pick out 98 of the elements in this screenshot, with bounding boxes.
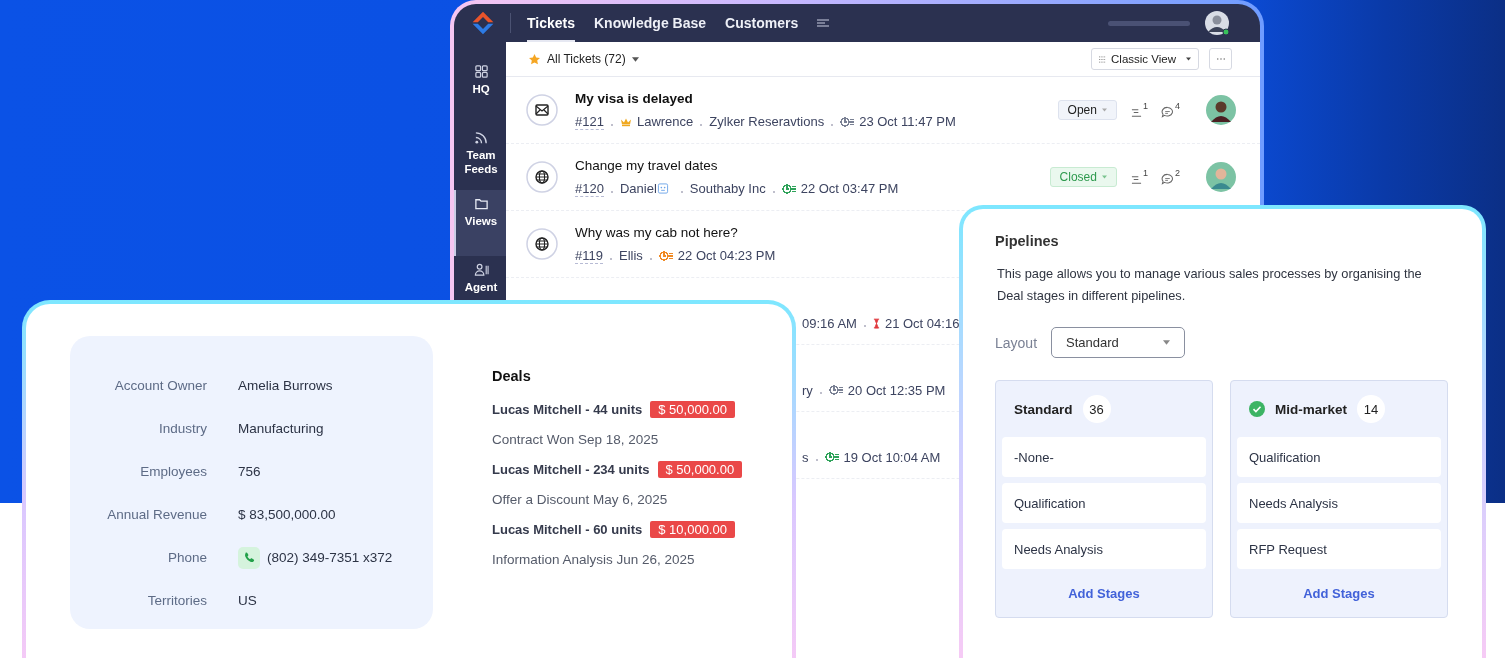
stage-count: 14 [1357,395,1385,423]
caret-icon [1186,57,1191,61]
comment-count: 4 [1175,101,1180,111]
ticket-number[interactable]: #121 [575,113,604,130]
stage-item[interactable]: RFP Request [1237,529,1441,569]
star-icon [528,52,541,66]
envelope-icon [526,94,558,126]
field-value: Amelia Burrows [238,378,333,393]
caret-icon [631,56,639,62]
field-label: Industry [157,421,207,436]
globe-icon [526,161,558,193]
deal-stage: Information Analysis Jun 26, 2025 [492,552,696,567]
field-label: Employees [139,464,207,479]
field-value: Manufacturing [238,421,324,436]
avatar-icon[interactable] [1204,10,1230,36]
comment-count: 2 [1175,168,1180,178]
hourglass-icon [872,317,880,329]
due-time: 22 Oct 04:23 PM [677,248,776,263]
caret-icon [1101,175,1107,179]
comment-icon [1161,173,1174,185]
deal-name[interactable]: Lucas Mitchell - 234 units [492,462,650,477]
task-list-icon [1130,173,1142,185]
description: This page allows you to manage various sales processes by organising the Deal stages in different pipelines. [997,265,1423,305]
deal-amount: $ 50,000.00 [650,401,735,418]
due-time: 20 Oct 12:35 PM [847,382,946,398]
account-name[interactable]: Southaby Inc [689,181,766,196]
contact-card-icon [656,183,669,194]
agent-icon [473,262,489,277]
card-title: Pipelines [995,233,1060,249]
sidebar-item[interactable]: HQ [454,58,506,124]
stage-item[interactable]: Qualification [1237,437,1441,477]
nav-tab[interactable]: Knowledge Base [594,4,707,42]
ticket-time: 09:16 AM [802,315,857,331]
task-count: 1 [1142,101,1148,111]
field-label: Account Owner [113,378,207,393]
logo-icon [470,10,496,36]
add-stages-link[interactable]: Add Stages [1068,586,1140,601]
view-mode-dropdown[interactable]: Classic View [1091,48,1199,70]
deal-stage: Offer a Discount May 6, 2025 [492,492,669,507]
layout-dropdown[interactable]: Standard [1051,327,1186,358]
stage-item[interactable]: Needs Analysis [1237,483,1441,523]
avatar-icon [1206,162,1236,192]
stage-item[interactable]: -None- [1002,437,1206,477]
field-label: Phone [166,550,207,565]
pipeline-name: Standard [1014,401,1073,417]
due-time: 23 Oct 11:47 PM [859,114,956,129]
contact-name[interactable]: Lawrence [636,114,694,129]
globe-icon [526,228,558,260]
sidebar-item[interactable]: Team Feeds [454,124,506,190]
sidebar-item[interactable]: Views [454,190,506,256]
rss-icon [473,130,489,145]
due-time: 22 Oct 03:47 PM [800,181,899,196]
field-value: US [238,593,257,608]
deal-name[interactable]: Lucas Mitchell - 44 units [492,402,643,417]
folder-icon [473,196,489,211]
status-dropdown[interactable]: Open [1057,100,1117,120]
nav-tab[interactable]: Customers [725,4,799,42]
layout-label: Layout [995,334,1038,351]
field-value: 756 [238,464,261,479]
phone-icon[interactable] [238,546,260,569]
account-name[interactable]: s [802,449,809,465]
stage-item[interactable]: Needs Analysis [1002,529,1206,569]
due-time: 19 Oct 10:04 AM [843,449,941,465]
avatar-icon [1206,95,1236,125]
deals-heading: Deals [492,368,532,384]
ticket-title[interactable]: My visa is delayed [575,90,956,106]
field-value: (802) 349-7351 x372 [267,550,393,565]
field-label: Annual Revenue [106,507,207,522]
account-name[interactable]: Zylker Reseravtions [709,114,825,129]
task-list-icon [1130,106,1142,118]
stage-count: 36 [1082,395,1111,423]
add-stages-link[interactable]: Add Stages [1303,586,1375,601]
list-icon [1099,55,1106,63]
pipeline-name: Mid-market [1275,401,1347,417]
due-time: 21 Oct 04:16 [884,315,960,331]
account-name[interactable]: ry [802,382,813,398]
caret-icon [1163,340,1171,345]
crown-icon [619,116,632,127]
field-label: Territories [146,593,207,608]
menu-icon[interactable] [817,19,830,27]
field-value: $ 83,500,000.00 [238,507,336,522]
search-field[interactable] [1108,20,1190,26]
contact-name[interactable]: Ellis [618,248,643,263]
contact-name[interactable]: Daniel [619,181,657,196]
deal-stage: Contract Won Sep 18, 2025 [492,432,660,447]
comment-icon [1161,106,1174,118]
task-count: 1 [1142,168,1148,178]
caret-icon [1101,108,1107,112]
ticket-title[interactable]: Change my travel dates [575,157,899,173]
ticket-number[interactable]: #120 [575,180,604,197]
stage-item[interactable]: Qualification [1002,483,1206,523]
ticket-title[interactable]: Why was my cab not here? [575,224,776,240]
deal-name[interactable]: Lucas Mitchell - 60 units [492,522,643,537]
view-dropdown[interactable]: All Tickets (72) [528,52,639,66]
deal-amount: $ 10,000.00 [650,521,735,538]
grid-icon [473,64,489,79]
ticket-number[interactable]: #119 [575,247,603,264]
deal-amount: $ 50,000.00 [657,461,743,478]
